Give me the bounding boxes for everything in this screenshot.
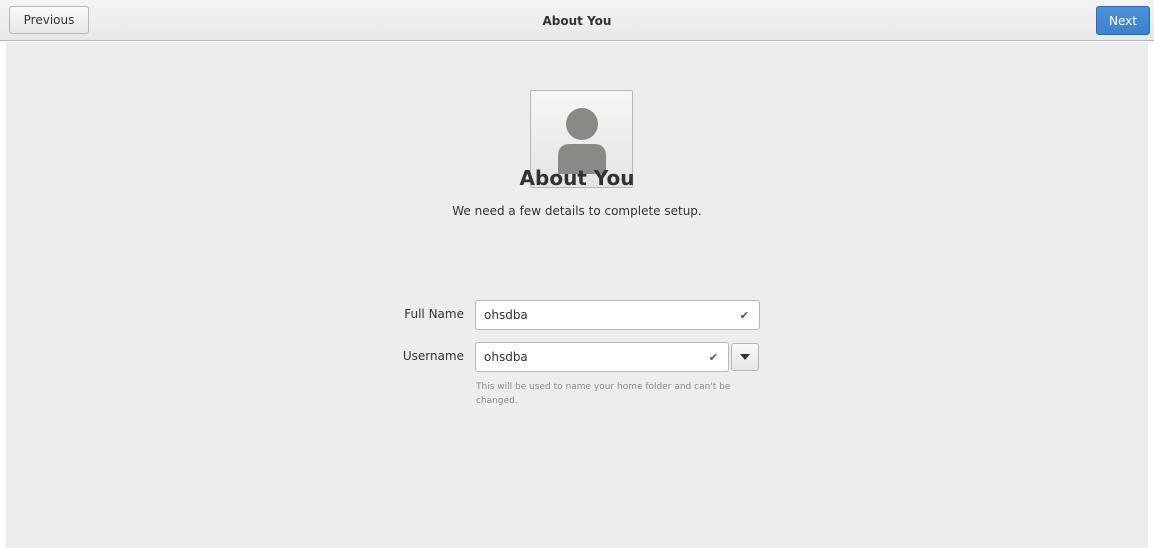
username-field[interactable]: ohsdba ✔ [475, 342, 729, 372]
full-name-value: ohsdba [484, 308, 528, 322]
header-bar: Previous About You Next [0, 0, 1154, 41]
chevron-down-icon [740, 354, 750, 360]
username-label: Username [402, 349, 464, 363]
content-area [6, 42, 1148, 548]
next-button-label: Next [1109, 13, 1137, 28]
username-value: ohsdba [484, 350, 528, 364]
username-dropdown-button[interactable] [731, 343, 759, 371]
full-name-label: Full Name [404, 307, 464, 321]
page-subtitle: We need a few details to complete setup. [452, 204, 702, 218]
previous-button[interactable]: Previous [9, 6, 89, 34]
previous-button-label: Previous [23, 13, 75, 27]
page-title: About You [519, 166, 635, 190]
full-name-field[interactable]: ohsdba ✔ [475, 300, 760, 330]
next-button[interactable]: Next [1096, 6, 1150, 35]
checkmark-icon: ✔ [708, 350, 718, 364]
header-title: About You [542, 13, 612, 28]
setup-window: Previous About You Next About You We nee… [0, 0, 1154, 548]
checkmark-icon: ✔ [739, 308, 749, 322]
avatar-default-icon [557, 108, 606, 174]
username-hint: This will be used to name your home fold… [476, 382, 731, 406]
